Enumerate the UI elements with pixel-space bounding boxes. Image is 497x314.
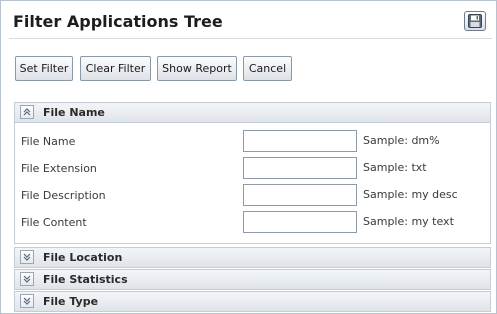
chevron-up-icon xyxy=(23,108,31,116)
cancel-button[interactable]: Cancel xyxy=(243,56,292,81)
set-filter-button[interactable]: Set Filter xyxy=(15,56,73,81)
section-header-file-location[interactable]: File Location xyxy=(15,248,490,268)
show-report-button[interactable]: Show Report xyxy=(157,56,237,81)
collapse-toggle[interactable] xyxy=(20,105,34,119)
field-row-file-name: File Name Sample: dm% xyxy=(15,130,490,152)
floppy-disk-icon xyxy=(468,14,482,28)
section-file-name: File Name File Name Sample: dm% File Ext… xyxy=(14,102,491,244)
section-file-location: File Location xyxy=(14,247,491,268)
field-label: File Name xyxy=(21,135,76,148)
expand-toggle[interactable] xyxy=(20,294,34,308)
file-name-input[interactable] xyxy=(243,130,357,152)
title-divider xyxy=(9,38,492,39)
field-sample-hint: Sample: txt xyxy=(363,161,427,174)
field-label: File Extension xyxy=(21,162,97,175)
field-row-file-content: File Content Sample: my text xyxy=(15,211,490,233)
file-extension-input[interactable] xyxy=(243,157,357,179)
section-label: File Statistics xyxy=(43,273,128,286)
section-header-file-name[interactable]: File Name xyxy=(15,103,490,123)
chevron-down-icon xyxy=(23,253,31,261)
save-button[interactable] xyxy=(464,11,486,31)
expand-toggle[interactable] xyxy=(20,272,34,286)
dialog-title: Filter Applications Tree xyxy=(13,12,223,31)
file-description-input[interactable] xyxy=(243,184,357,206)
field-row-file-description: File Description Sample: my desc xyxy=(15,184,490,206)
file-content-input[interactable] xyxy=(243,211,357,233)
field-sample-hint: Sample: dm% xyxy=(363,134,440,147)
chevron-down-icon xyxy=(23,275,31,283)
chevron-down-icon xyxy=(23,297,31,305)
clear-filter-button[interactable]: Clear Filter xyxy=(80,56,151,81)
field-label: File Description xyxy=(21,189,106,202)
section-label: File Location xyxy=(43,251,123,264)
field-row-file-extension: File Extension Sample: txt xyxy=(15,157,490,179)
expand-toggle[interactable] xyxy=(20,250,34,264)
section-label: File Name xyxy=(43,106,105,119)
field-label: File Content xyxy=(21,216,87,229)
section-header-file-statistics[interactable]: File Statistics xyxy=(15,270,490,290)
section-file-statistics: File Statistics xyxy=(14,269,491,290)
section-file-type: File Type xyxy=(14,291,491,312)
section-label: File Type xyxy=(43,295,99,308)
field-sample-hint: Sample: my desc xyxy=(363,188,458,201)
section-header-file-type[interactable]: File Type xyxy=(15,292,490,312)
field-sample-hint: Sample: my text xyxy=(363,215,454,228)
filter-dialog: Filter Applications Tree Set Filter Clea… xyxy=(0,0,497,314)
